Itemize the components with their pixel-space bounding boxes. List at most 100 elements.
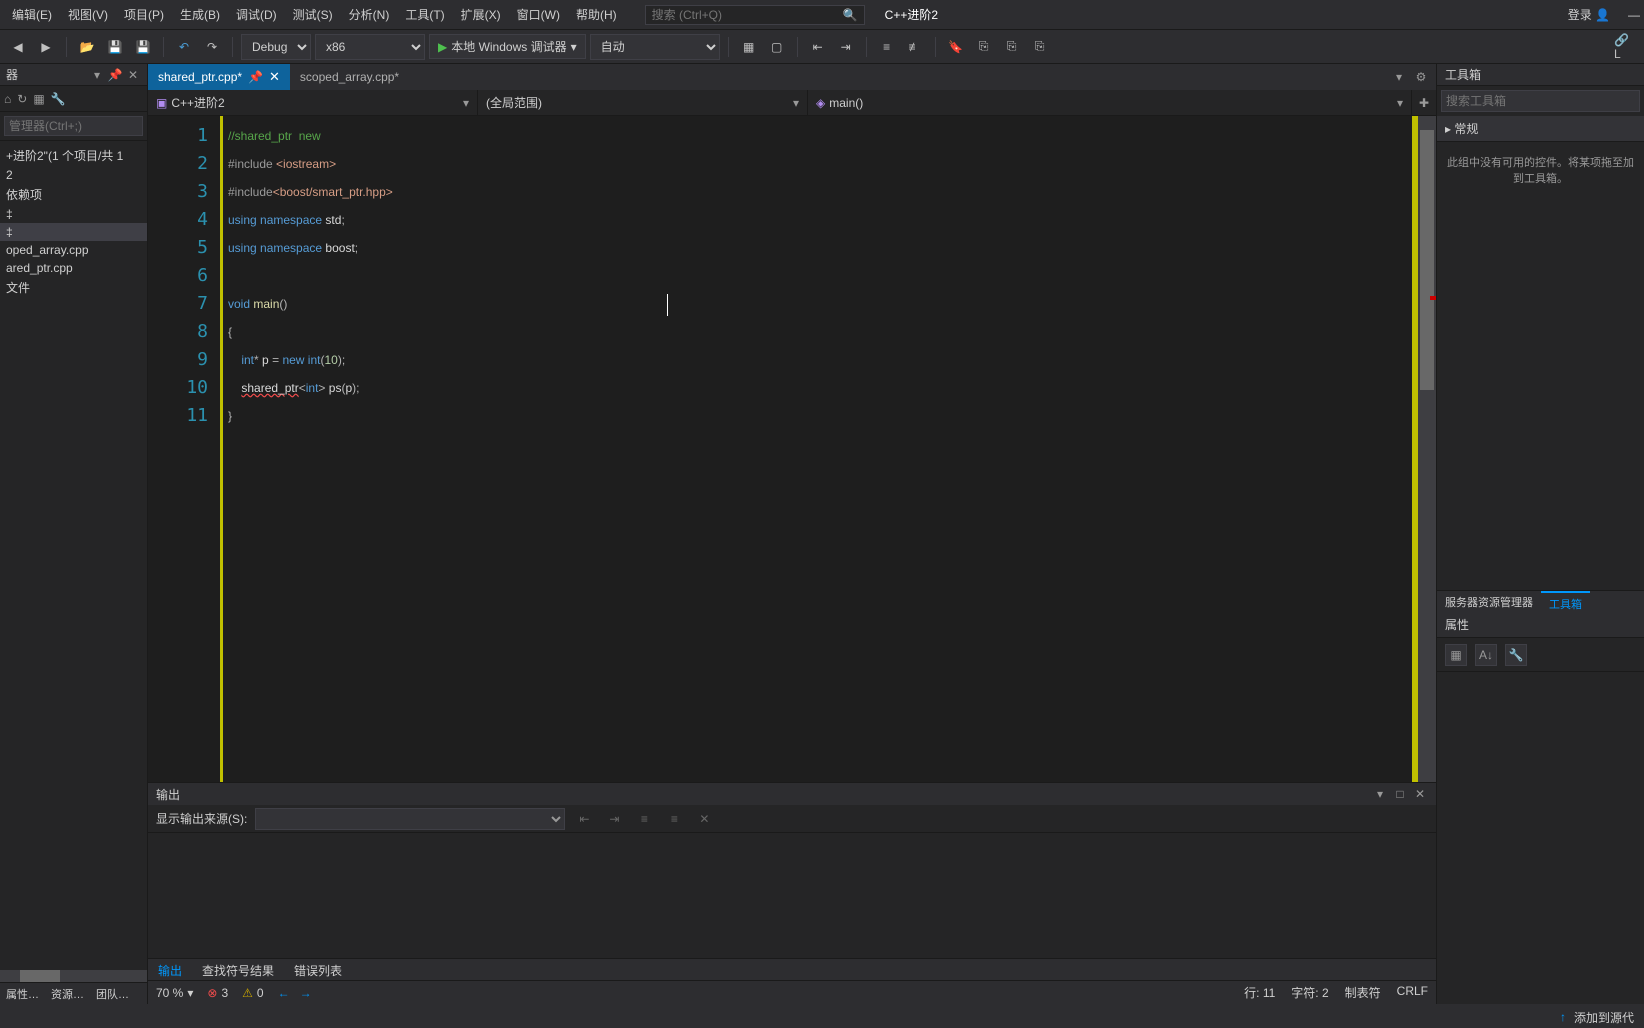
config-select[interactable]: Debug bbox=[241, 34, 311, 60]
indent-in-button[interactable]: ⇥ bbox=[834, 35, 858, 59]
pin-icon[interactable]: 📌 bbox=[248, 70, 263, 84]
search-icon: 🔍 bbox=[843, 8, 858, 22]
tab-resources[interactable]: 资源… bbox=[45, 983, 90, 1004]
solution-search-input[interactable] bbox=[4, 116, 143, 136]
close-icon[interactable]: ✕ bbox=[125, 68, 141, 82]
next-button[interactable]: → bbox=[300, 986, 312, 1000]
prev-button[interactable]: ← bbox=[278, 986, 290, 1000]
menu-debug[interactable]: 调试(D) bbox=[228, 2, 285, 27]
auto-select[interactable]: 自动 bbox=[590, 34, 720, 60]
menu-analyze[interactable]: 分析(N) bbox=[341, 2, 398, 27]
tab-scoped-array[interactable]: scoped_array.cpp* bbox=[290, 64, 409, 90]
error-count[interactable]: ⊗ 3 bbox=[207, 986, 228, 1000]
show-all-icon[interactable]: ▦ bbox=[33, 92, 44, 106]
tree-node[interactable]: 文件 bbox=[0, 277, 147, 298]
menu-project[interactable]: 项目(P) bbox=[116, 2, 172, 27]
output-body[interactable] bbox=[148, 833, 1436, 958]
menu-build[interactable]: 生成(B) bbox=[172, 2, 228, 27]
login-button[interactable]: 登录 👤 bbox=[1560, 2, 1618, 27]
home-icon[interactable]: ⌂ bbox=[4, 92, 11, 106]
chevron-down-icon[interactable]: ▾ bbox=[89, 68, 105, 82]
bookmark-button[interactable]: 🔖 bbox=[944, 35, 968, 59]
tab-find-symbol[interactable]: 查找符号结果 bbox=[192, 959, 284, 980]
split-icon[interactable]: ✚ bbox=[1412, 90, 1436, 115]
output-btn-4[interactable]: ≡ bbox=[663, 808, 685, 830]
tree-node[interactable]: ared_ptr.cpp bbox=[0, 259, 147, 277]
output-btn-1[interactable]: ⇤ bbox=[573, 808, 595, 830]
toolbar-btn-5[interactable]: ⎘ bbox=[1028, 35, 1052, 59]
wrench-icon[interactable]: 🔧 bbox=[1505, 644, 1527, 666]
tab-team[interactable]: 团队… bbox=[90, 983, 135, 1004]
undo-button[interactable]: ↶ bbox=[172, 35, 196, 59]
minimize-icon[interactable]: — bbox=[1628, 8, 1640, 22]
tree-node[interactable]: 2 bbox=[0, 166, 147, 184]
toolbar-btn-2[interactable]: ▢ bbox=[765, 35, 789, 59]
maximize-icon[interactable]: □ bbox=[1392, 787, 1408, 801]
open-button[interactable]: 📂 bbox=[75, 35, 99, 59]
toolbar-btn-4[interactable]: ⎘ bbox=[1000, 35, 1024, 59]
menu-edit[interactable]: 编辑(E) bbox=[4, 2, 60, 27]
output-btn-2[interactable]: ⇥ bbox=[603, 808, 625, 830]
chevron-down-icon: ▾ bbox=[187, 986, 193, 1000]
comment-button[interactable]: ≡ bbox=[875, 35, 899, 59]
tree-node[interactable]: +进阶2"(1 个项目/共 1 bbox=[0, 145, 147, 166]
pin-icon[interactable]: 📌 bbox=[107, 68, 123, 82]
menu-extensions[interactable]: 扩展(X) bbox=[453, 2, 509, 27]
output-btn-3[interactable]: ≡ bbox=[633, 808, 655, 830]
indent-out-button[interactable]: ⇤ bbox=[806, 35, 830, 59]
save-all-button[interactable]: 💾 bbox=[131, 35, 155, 59]
uncomment-button[interactable]: ≢ bbox=[903, 35, 927, 59]
tab-server-explorer[interactable]: 服务器资源管理器 bbox=[1437, 591, 1541, 612]
zoom-control[interactable]: 70 % ▾ bbox=[156, 986, 193, 1000]
toolbox-search-input[interactable] bbox=[1441, 90, 1640, 112]
tab-error-list[interactable]: 错误列表 bbox=[284, 959, 352, 980]
tab-toolbox[interactable]: 工具箱 bbox=[1541, 591, 1590, 612]
menu-help[interactable]: 帮助(H) bbox=[568, 2, 625, 27]
vertical-scrollbar[interactable] bbox=[1418, 116, 1436, 782]
menu-view[interactable]: 视图(V) bbox=[60, 2, 116, 27]
forward-button[interactable]: ▶ bbox=[34, 35, 58, 59]
toolbar-btn-3[interactable]: ⎘ bbox=[972, 35, 996, 59]
categorize-icon[interactable]: ▦ bbox=[1445, 644, 1467, 666]
platform-select[interactable]: x86 bbox=[315, 34, 425, 60]
menu-window[interactable]: 窗口(W) bbox=[509, 2, 568, 27]
nav-function[interactable]: ◈ main() ▾ bbox=[808, 90, 1412, 115]
alpha-icon[interactable]: A↓ bbox=[1475, 644, 1497, 666]
properties-icon[interactable]: 🔧 bbox=[51, 92, 66, 106]
tree-node[interactable]: ‡ bbox=[0, 223, 147, 241]
tab-shared-ptr[interactable]: shared_ptr.cpp* 📌 ✕ bbox=[148, 64, 290, 90]
add-to-source[interactable]: 添加到源代 bbox=[1574, 1009, 1634, 1026]
run-button[interactable]: ▶ 本地 Windows 调试器 ▾ bbox=[429, 34, 586, 59]
output-source-select[interactable] bbox=[255, 808, 565, 830]
refresh-icon[interactable]: ↻ bbox=[17, 92, 27, 106]
upload-icon[interactable]: ↑ bbox=[1560, 1010, 1566, 1024]
nav-project[interactable]: ▣ C++进阶2 ▾ bbox=[148, 90, 478, 115]
tree-node[interactable]: oped_array.cpp bbox=[0, 241, 147, 259]
tab-properties[interactable]: 属性… bbox=[0, 983, 45, 1004]
toolbar-btn-1[interactable]: ▦ bbox=[737, 35, 761, 59]
share-button[interactable]: 🔗 L bbox=[1614, 35, 1638, 59]
save-button[interactable]: 💾 bbox=[103, 35, 127, 59]
menu-tools[interactable]: 工具(T) bbox=[397, 2, 452, 27]
nav-scope[interactable]: (全局范围) ▾ bbox=[478, 90, 808, 115]
output-clear-button[interactable]: ✕ bbox=[693, 808, 715, 830]
close-icon[interactable]: ✕ bbox=[269, 69, 280, 85]
chevron-down-icon[interactable]: ▾ bbox=[1390, 70, 1408, 84]
output-source-label: 显示输出来源(S): bbox=[156, 810, 247, 827]
global-search[interactable]: 🔍 bbox=[645, 5, 865, 25]
tab-output[interactable]: 输出 bbox=[148, 959, 192, 980]
tree-node[interactable]: 依赖项 bbox=[0, 184, 147, 205]
gear-icon[interactable]: ⚙ bbox=[1412, 70, 1430, 84]
menu-test[interactable]: 测试(S) bbox=[285, 2, 341, 27]
toolbox-section-general[interactable]: ▸ 常规 bbox=[1437, 116, 1644, 142]
redo-button[interactable]: ↷ bbox=[200, 35, 224, 59]
global-search-input[interactable] bbox=[652, 8, 843, 22]
code-editor[interactable]: 1234567891011 //shared_ptr new#include <… bbox=[148, 116, 1436, 782]
solution-tree[interactable]: +进阶2"(1 个项目/共 1 2 依赖项 ‡ ‡ oped_array.cpp… bbox=[0, 141, 147, 970]
tree-node[interactable]: ‡ bbox=[0, 205, 147, 223]
back-button[interactable]: ◀ bbox=[6, 35, 30, 59]
sidebar-scrollbar[interactable] bbox=[0, 970, 147, 982]
close-icon[interactable]: ✕ bbox=[1412, 787, 1428, 801]
chevron-down-icon[interactable]: ▾ bbox=[1372, 787, 1388, 801]
warning-count[interactable]: ⚠ 0 bbox=[242, 986, 263, 1000]
